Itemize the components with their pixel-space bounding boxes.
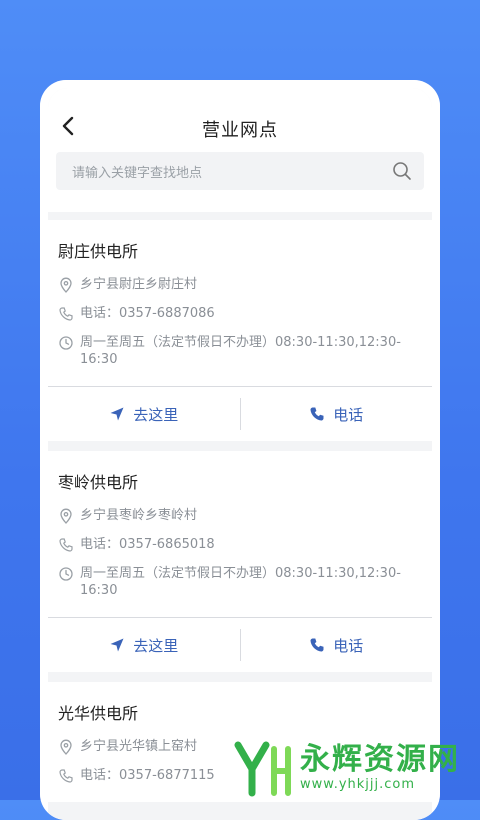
office-hours: 周一至周五（法定节假日不办理）08:30-11:30,12:30-16:30: [80, 335, 401, 367]
clock-icon: [59, 336, 73, 350]
location-pin-icon: [60, 739, 72, 755]
search-icon[interactable]: [392, 161, 412, 181]
call-button[interactable]: 电话: [241, 387, 433, 441]
office-address: 乡宁县枣岭乡枣岭村: [80, 508, 198, 523]
list-item: 枣岭供电所 乡宁县枣岭乡枣岭村 电话：0357-6865018 周一至周五（法定…: [48, 451, 432, 672]
phone-icon: [59, 307, 73, 321]
hours-row: 周一至周五（法定节假日不办理）08:30-11:30,12:30-16:30: [58, 565, 422, 599]
office-phone: 电话：0357-6877115: [80, 768, 215, 783]
search-bar[interactable]: 请输入关键字查找地点: [56, 152, 424, 190]
phone-row: 电话：0357-6887086: [58, 305, 422, 322]
navigate-label: 去这里: [133, 405, 179, 424]
office-phone: 电话：0357-6865018: [80, 537, 215, 552]
hours-row: 周一至周五（法定节假日不办理）08:30-11:30,12:30-16:30: [58, 334, 422, 368]
location-pin-icon: [60, 508, 72, 524]
navigate-button[interactable]: 去这里: [48, 618, 240, 672]
phone-icon: [59, 769, 73, 783]
office-name: 光华供电所: [58, 704, 139, 723]
navigate-label: 去这里: [133, 636, 179, 655]
office-list: 尉庄供电所 乡宁县尉庄乡尉庄村 电话：0357-6887086 周一至周五（法定…: [48, 220, 432, 812]
office-name: 尉庄供电所: [58, 242, 139, 261]
watermark-logo-icon: [234, 741, 291, 797]
navigation-arrow-icon: [110, 638, 124, 652]
call-button[interactable]: 电话: [241, 618, 433, 672]
office-phone: 电话：0357-6887086: [80, 306, 215, 321]
phone-icon: [310, 407, 324, 421]
office-address: 乡宁县光华镇上窑村: [80, 739, 198, 754]
phone-row: 电话：0357-6865018: [58, 536, 422, 553]
navigate-button[interactable]: 去这里: [48, 387, 240, 441]
phone-frame: 营业网点 请输入关键字查找地点 尉庄供电所 乡宁县尉庄乡尉庄村 电话：0357-…: [40, 80, 440, 820]
page-title: 营业网点: [202, 120, 278, 141]
navigation-arrow-icon: [110, 407, 124, 421]
call-label: 电话: [333, 405, 364, 424]
card-actions: 去这里 电话: [48, 617, 432, 672]
phone-icon: [59, 538, 73, 552]
list-item: 尉庄供电所 乡宁县尉庄乡尉庄村 电话：0357-6887086 周一至周五（法定…: [48, 220, 432, 441]
watermark-text: 永辉资源网: [300, 741, 460, 777]
address-row: 乡宁县尉庄乡尉庄村: [58, 276, 422, 293]
address-row: 乡宁县枣岭乡枣岭村: [58, 507, 422, 524]
watermark: 永辉资源网 www.yhkjjj.com: [230, 735, 460, 799]
search-input[interactable]: 请输入关键字查找地点: [72, 162, 392, 181]
clock-icon: [59, 567, 73, 581]
phone-icon: [310, 638, 324, 652]
office-name: 枣岭供电所: [58, 473, 139, 492]
card-actions: 去这里 电话: [48, 386, 432, 441]
office-address: 乡宁县尉庄乡尉庄村: [80, 277, 198, 292]
app-screen: 营业网点 请输入关键字查找地点 尉庄供电所 乡宁县尉庄乡尉庄村 电话：0357-…: [48, 88, 432, 820]
watermark-url: www.yhkjjj.com: [300, 776, 416, 792]
top-bar: 营业网点 请输入关键字查找地点: [48, 88, 432, 212]
location-pin-icon: [60, 277, 72, 293]
office-hours: 周一至周五（法定节假日不办理）08:30-11:30,12:30-16:30: [80, 566, 401, 598]
call-label: 电话: [333, 636, 364, 655]
